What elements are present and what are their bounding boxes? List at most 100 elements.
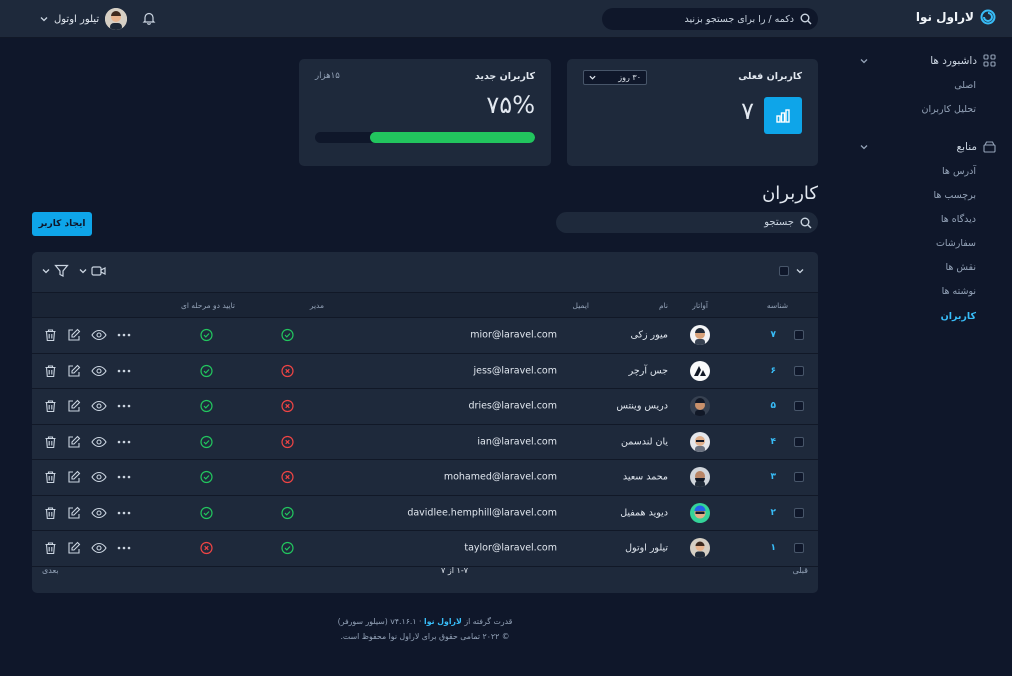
pagination-next[interactable]: بعدی: [42, 566, 59, 575]
top-bar: لاراول نوا دکمه / را برای جستجو بزنید تی…: [0, 0, 1012, 38]
eye-icon[interactable]: [91, 329, 107, 341]
table-row[interactable]: ۲ دیوید همفیل davidlee.hemphill@laravel.co…: [32, 496, 818, 531]
edit-icon[interactable]: [67, 399, 81, 413]
more-icon[interactable]: [117, 440, 131, 444]
avatar: [690, 502, 710, 523]
avatar: [690, 325, 710, 346]
two-factor-status: [200, 435, 213, 448]
row-id[interactable]: ۶: [771, 366, 777, 376]
row-id[interactable]: ۷: [771, 330, 777, 340]
check-circle-icon: [200, 506, 213, 519]
user-menu[interactable]: تیلور اوتول: [40, 8, 128, 30]
eye-icon[interactable]: [91, 436, 107, 448]
avatar: [690, 431, 710, 452]
eye-icon[interactable]: [91, 471, 107, 483]
sidebar-item-addresses[interactable]: آدرس ها: [942, 166, 976, 177]
trash-icon[interactable]: [44, 470, 57, 484]
table-row[interactable]: ۵ دریس وینتس dries@laravel.com: [32, 389, 818, 425]
sidebar-item-main[interactable]: اصلی: [954, 80, 976, 91]
eye-icon[interactable]: [91, 542, 107, 554]
search-icon: [800, 217, 812, 228]
row-email: jess@laravel.com: [473, 365, 558, 377]
range-select[interactable]: ۳۰ روز: [583, 70, 647, 85]
lenses-button[interactable]: [79, 265, 106, 277]
row-id[interactable]: ۴: [771, 437, 777, 447]
row-id[interactable]: ۵: [771, 401, 777, 411]
resource-search-input[interactable]: جستجو: [556, 212, 818, 233]
sidebar-item-comments[interactable]: دیدگاه ها: [941, 214, 976, 225]
edit-icon[interactable]: [67, 328, 81, 342]
trash-icon[interactable]: [44, 541, 57, 555]
eye-icon[interactable]: [91, 507, 107, 519]
users-table: شناسه آواتار نام ایمیل مدیر تایید دو مرح…: [32, 252, 818, 593]
row-checkbox[interactable]: [794, 365, 804, 376]
pagination-previous[interactable]: قبلی: [792, 566, 808, 575]
trash-icon[interactable]: [44, 364, 57, 378]
more-icon[interactable]: [117, 546, 131, 550]
column-header-id[interactable]: شناسه: [767, 301, 788, 310]
chevron-down-icon: [860, 144, 868, 149]
brand-name: لاراول نوا: [915, 10, 974, 24]
two-factor-status: [200, 329, 213, 342]
row-checkbox[interactable]: [794, 401, 804, 412]
admin-status: [281, 400, 294, 413]
table-row[interactable]: ۴ یان لندسمن ian@laravel.com: [32, 425, 818, 460]
more-icon[interactable]: [117, 333, 131, 337]
check-circle-icon: [200, 400, 213, 413]
check-circle-icon: [281, 506, 294, 519]
search-icon: [800, 13, 812, 25]
more-icon[interactable]: [117, 404, 131, 408]
row-checkbox[interactable]: [794, 507, 804, 518]
table-row[interactable]: ۷ میور زکی mior@laravel.com: [32, 318, 818, 354]
brand-logo[interactable]: لاراول نوا: [916, 9, 996, 25]
row-id[interactable]: ۳: [771, 472, 777, 482]
more-icon[interactable]: [117, 369, 131, 373]
row-checkbox[interactable]: [794, 472, 804, 483]
sidebar-item-tags[interactable]: برچسب ها: [934, 190, 977, 201]
sidebar-item-orders[interactable]: سفارشات: [936, 238, 976, 249]
trash-icon[interactable]: [44, 435, 57, 449]
row-checkbox[interactable]: [794, 543, 804, 554]
create-user-button[interactable]: ایجاد کاربر: [32, 212, 92, 236]
filter-button[interactable]: [42, 264, 69, 278]
card-title: کاربران فعلی: [738, 71, 802, 82]
table-row[interactable]: ۶ جس آرچر jess@laravel.com: [32, 354, 818, 389]
sidebar-group-dashboards[interactable]: داشبورد ها: [860, 54, 996, 67]
row-id[interactable]: ۲: [771, 508, 777, 518]
global-search-input[interactable]: دکمه / را برای جستجو بزنید: [602, 8, 818, 30]
table-row[interactable]: ۱ تیلور اوتول taylor@laravel.com: [32, 531, 818, 567]
sidebar-item-posts[interactable]: نوشته ها: [942, 286, 976, 297]
column-header-email[interactable]: ایمیل: [573, 301, 589, 310]
row-email: dries@laravel.com: [468, 400, 557, 412]
edit-icon[interactable]: [67, 435, 81, 449]
sidebar: داشبورد ها اصلی تحلیل کاربران منابع آدرس…: [842, 38, 1012, 676]
sidebar-item-roles[interactable]: نقش ها: [946, 262, 977, 273]
two-factor-status: [200, 471, 213, 484]
row-id[interactable]: ۱: [771, 543, 777, 553]
edit-icon[interactable]: [67, 541, 81, 555]
eye-icon[interactable]: [91, 365, 107, 377]
edit-icon[interactable]: [67, 364, 81, 378]
select-all-checkbox[interactable]: [779, 266, 789, 276]
row-checkbox[interactable]: [794, 330, 804, 341]
trash-icon[interactable]: [44, 328, 57, 342]
sidebar-item-users[interactable]: کاربران: [941, 311, 976, 322]
select-all-control[interactable]: [779, 266, 804, 276]
chevron-down-icon: [796, 269, 804, 274]
eye-icon[interactable]: [91, 400, 107, 412]
table-row[interactable]: ۳ محمد سعید mohamed@laravel.com: [32, 460, 818, 496]
edit-icon[interactable]: [67, 470, 81, 484]
edit-icon[interactable]: [67, 506, 81, 520]
column-header-name[interactable]: نام: [659, 301, 668, 310]
trash-icon[interactable]: [44, 506, 57, 520]
sidebar-item-user-analytics[interactable]: تحلیل کاربران: [921, 104, 976, 115]
sidebar-group-resources[interactable]: منابع: [860, 140, 996, 153]
table-toolbar: [42, 264, 106, 278]
trash-icon[interactable]: [44, 399, 57, 413]
row-checkbox[interactable]: [794, 436, 804, 447]
check-circle-icon: [200, 471, 213, 484]
more-icon[interactable]: [117, 475, 131, 479]
more-icon[interactable]: [117, 511, 131, 515]
footer-nova-link[interactable]: لاراول نوا: [424, 617, 462, 626]
notifications-button[interactable]: [142, 11, 156, 25]
